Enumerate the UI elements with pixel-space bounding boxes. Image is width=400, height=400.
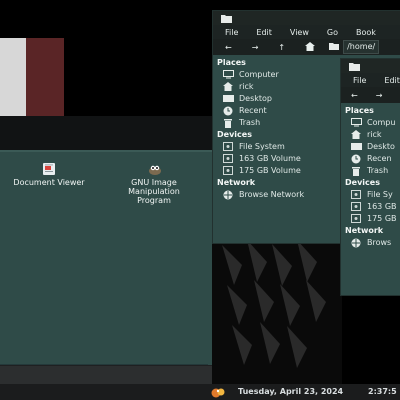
forward-arrow-icon[interactable]: → <box>252 43 259 52</box>
computer-icon <box>351 118 362 128</box>
home-icon <box>223 82 234 92</box>
places-sidebar: Places Compu rick Deskto Recen Trash Dev… <box>341 103 400 249</box>
menu-bookmarks[interactable]: Book <box>356 28 376 37</box>
sidebar-item-desktop[interactable]: Deskto <box>341 141 400 153</box>
desktop-dark-band <box>0 116 212 150</box>
location-path[interactable]: /home/ <box>343 40 380 54</box>
gimp-icon <box>147 162 161 176</box>
sidebar-item-volume-163[interactable]: 163 GB <box>341 201 400 213</box>
desktop-wallpaper-pattern <box>212 240 342 390</box>
folder-icon <box>349 63 360 71</box>
folder-icon <box>221 15 232 23</box>
drive-icon <box>223 166 234 176</box>
toolbar: ← → ↑ /home/ <box>213 39 400 55</box>
menu-edit[interactable]: Edit <box>256 28 272 37</box>
forward-arrow-icon[interactable]: → <box>376 91 383 100</box>
app-window: Document Viewer GNU Image Manipulation P… <box>0 150 212 388</box>
window-titlebar[interactable] <box>213 11 400 25</box>
sidebar-item-computer[interactable]: Compu <box>341 117 400 129</box>
gimp-label-line-1: GNU Image <box>131 178 177 187</box>
back-arrow-icon[interactable]: ← <box>351 91 358 100</box>
menu-edit[interactable]: Edit <box>384 76 400 85</box>
trash-icon <box>223 118 234 128</box>
sidebar-item-home[interactable]: rick <box>341 129 400 141</box>
taskbar-clock[interactable]: 2:37:5 <box>368 387 397 396</box>
home-icon[interactable] <box>305 41 316 53</box>
trash-icon <box>351 166 362 176</box>
drive-icon <box>351 190 362 200</box>
network-icon <box>351 238 362 248</box>
toolbar: ← → <box>341 87 400 103</box>
recent-icon <box>223 106 234 116</box>
document-viewer-label: Document Viewer <box>13 178 85 187</box>
sidebar-item-trash[interactable]: Trash <box>341 165 400 177</box>
up-arrow-icon[interactable]: ↑ <box>278 43 285 52</box>
document-viewer-icon <box>42 162 56 176</box>
sidebar-item-browse-network[interactable]: Brows <box>341 237 400 249</box>
desktop-image-red-stripe <box>26 38 64 116</box>
drive-icon <box>351 202 362 212</box>
computer-icon <box>223 70 234 80</box>
menu-file[interactable]: File <box>353 76 366 85</box>
back-arrow-icon[interactable]: ← <box>225 43 232 52</box>
gimp-label-line-2: Manipulation <box>128 187 180 196</box>
sidebar-item-file-system[interactable]: File Sy <box>341 189 400 201</box>
window-titlebar[interactable] <box>341 59 400 73</box>
taskbar: Tuesday, April 23, 2024 2:37:5 <box>0 384 400 400</box>
desktop-image-white-stripe <box>0 38 26 116</box>
file-manager-window-front: File Edit ← → Places Compu rick Deskto R… <box>340 58 400 296</box>
sidebar-item-volume-175[interactable]: 175 GB <box>341 213 400 225</box>
menu-view[interactable]: View <box>290 28 309 37</box>
section-devices: Devices <box>345 178 380 187</box>
drive-icon <box>351 214 362 224</box>
gimp-label-line-3: Program <box>137 196 171 205</box>
menu-file[interactable]: File <box>225 28 238 37</box>
menu-go[interactable]: Go <box>327 28 338 37</box>
gimp-launcher[interactable]: GNU Image Manipulation Program <box>112 162 196 205</box>
drive-icon <box>223 142 234 152</box>
menu-bar: File Edit View Go Book <box>213 25 400 39</box>
desktop-icon <box>351 142 362 152</box>
section-places: Places <box>345 106 374 115</box>
recent-icon <box>351 154 362 164</box>
taskbar-date[interactable]: Tuesday, April 23, 2024 <box>238 387 343 396</box>
menu-bar: File Edit <box>341 73 400 87</box>
drive-icon <box>223 154 234 164</box>
location-folder-icon <box>329 42 340 52</box>
sidebar-item-recent[interactable]: Recen <box>341 153 400 165</box>
document-viewer-launcher[interactable]: Document Viewer <box>4 162 94 187</box>
section-network: Network <box>345 226 384 235</box>
tray-app-icon[interactable] <box>208 386 228 398</box>
home-icon <box>351 130 362 140</box>
network-icon <box>223 190 234 200</box>
desktop-icon <box>223 94 234 104</box>
